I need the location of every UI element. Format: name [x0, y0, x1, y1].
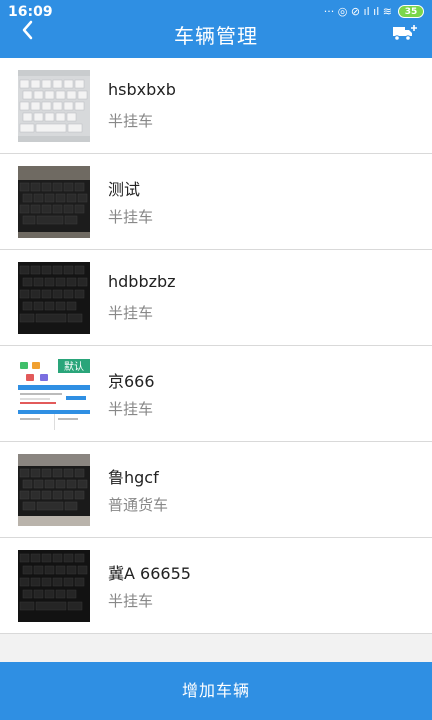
default-badge: 默认	[64, 360, 84, 373]
vehicle-photo	[18, 70, 90, 142]
status-icons: ··· ◎ ⊘ ıl ıl ≋ 35	[324, 5, 424, 18]
vehicle-plate: 冀A 66655	[108, 564, 191, 583]
vehicle-list: hsbxbxb 半挂车 测试 半挂车 hdbbzbz 半挂车 默认 京666 半…	[0, 58, 432, 634]
vehicle-type: 普通货车	[108, 496, 169, 514]
vehicle-photo	[18, 262, 90, 334]
vehicle-plate: 鲁hgcf	[108, 468, 159, 487]
app-header: 16:09 ··· ◎ ⊘ ıl ıl ≋ 35 车辆管理	[0, 0, 432, 58]
list-item[interactable]: 默认 京666 半挂车	[0, 346, 432, 442]
vehicle-photo	[18, 454, 90, 526]
add-vehicle-button[interactable]: 增加车辆	[0, 662, 432, 720]
vehicle-type: 半挂车	[108, 304, 154, 322]
vehicle-type: 半挂车	[108, 400, 154, 418]
vehicle-plate: hdbbzbz	[108, 272, 176, 291]
vehicle-plate: 京666	[108, 372, 155, 391]
vehicle-type: 半挂车	[108, 208, 154, 226]
list-item[interactable]: 测试 半挂车	[0, 154, 432, 250]
status-indicators: ··· ◎ ⊘ ıl ıl ≋	[323, 5, 392, 18]
list-item[interactable]: 鲁hgcf 普通货车	[0, 442, 432, 538]
list-item[interactable]: 冀A 66655 半挂车	[0, 538, 432, 634]
list-item[interactable]: hsbxbxb 半挂车	[0, 58, 432, 154]
add-truck-icon[interactable]	[392, 24, 418, 42]
vehicle-plate: hsbxbxb	[108, 80, 176, 99]
vehicle-type: 半挂车	[108, 592, 154, 610]
vehicle-photo	[18, 550, 90, 622]
battery-icon: 35	[398, 5, 424, 18]
page-title: 车辆管理	[174, 24, 258, 48]
vehicle-plate: 测试	[108, 180, 141, 199]
list-item[interactable]: hdbbzbz 半挂车	[0, 250, 432, 346]
vehicle-photo: 默认	[18, 358, 90, 430]
vehicle-type: 半挂车	[108, 112, 154, 130]
vehicle-photo	[18, 166, 90, 238]
